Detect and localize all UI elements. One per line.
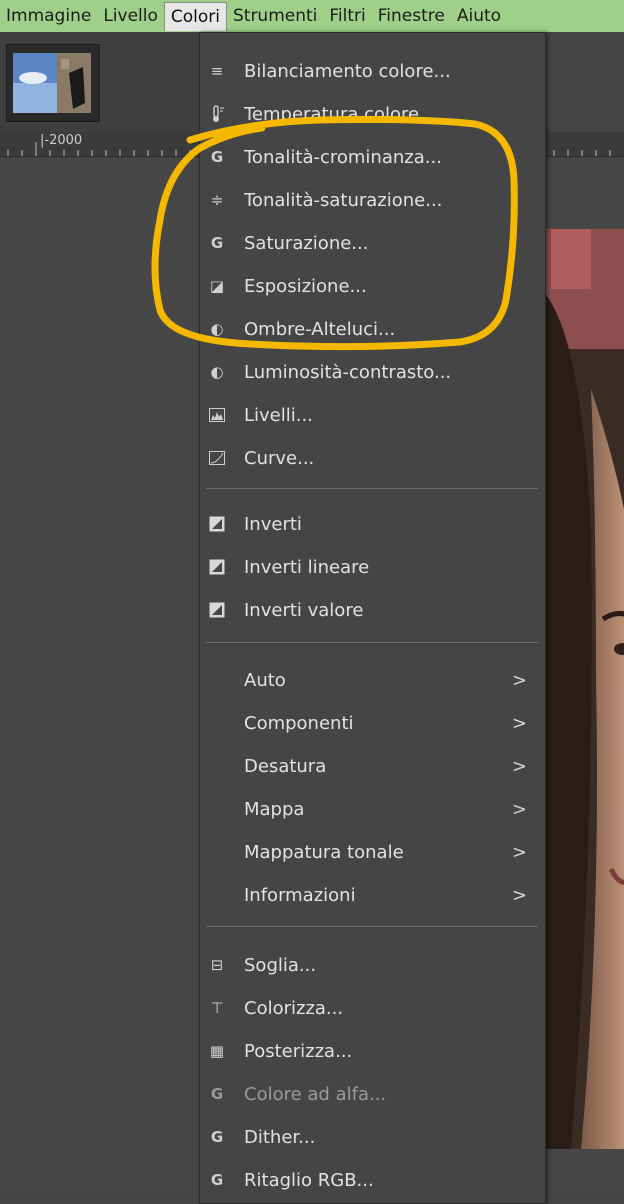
menu-item-label: Tonalità-crominanza... [244, 146, 442, 168]
menu-item-rgb-clip[interactable]: G Ritaglio RGB... [200, 1160, 545, 1200]
menu-item-label: Inverti lineare [244, 556, 370, 578]
menu-item-color-balance[interactable]: ≡ Bilanciamento colore... [200, 51, 545, 91]
menu-item-label: Informazioni [244, 884, 356, 906]
gegl-icon: G [210, 1085, 224, 1103]
menu-separator [206, 926, 538, 927]
invert-icon [208, 558, 226, 576]
menubar: Immagine Livello Colori Strumenti Filtri… [0, 0, 624, 32]
menu-item-label: Inverti [244, 513, 302, 535]
colors-menu: ≡ Bilanciamento colore... Temperatura co… [199, 32, 546, 1204]
menu-item-threshold[interactable]: ⊟ Soglia... [200, 945, 545, 985]
menu-item-label: Componenti [244, 712, 354, 734]
ruler-label: |-2000 [40, 133, 83, 148]
hue-saturation-icon: ≑ [210, 191, 224, 209]
menu-item-components[interactable]: Componenti > [200, 703, 545, 743]
menu-item-label: Mappatura tonale [244, 841, 404, 863]
portrait-photo [540, 229, 624, 1149]
levels-icon [208, 406, 226, 424]
colorize-icon: ⊤ [210, 999, 224, 1017]
invert-icon [208, 515, 226, 533]
posterize-icon: ▦ [209, 1042, 225, 1060]
menu-item-label: Bilanciamento colore... [244, 60, 451, 82]
menu-item-map[interactable]: Mappa > [200, 789, 545, 829]
menu-item-info[interactable]: Informazioni > [200, 875, 545, 915]
chevron-right-icon: > [511, 841, 527, 863]
gegl-icon: G [210, 148, 224, 166]
menu-item-curves[interactable]: Curve... [200, 438, 545, 478]
menu-finestre[interactable]: Finestre [372, 0, 451, 32]
menu-item-shadows-highlights[interactable]: ◐ Ombre-Alteluci... [200, 309, 545, 349]
menu-immagine[interactable]: Immagine [0, 0, 97, 32]
menu-item-label: Livelli... [244, 404, 313, 426]
menu-item-saturation[interactable]: G Saturazione... [200, 223, 545, 263]
image-thumbnail [13, 53, 91, 113]
menu-colori[interactable]: Colori [163, 1, 227, 31]
menu-item-label: Dither... [244, 1126, 316, 1148]
chevron-right-icon: > [511, 712, 527, 734]
menu-strumenti[interactable]: Strumenti [227, 0, 323, 32]
chevron-right-icon: > [511, 755, 527, 777]
menu-item-label: Desatura [244, 755, 327, 777]
menu-item-colorize[interactable]: ⊤ Colorizza... [200, 988, 545, 1028]
gegl-icon: G [210, 1128, 224, 1146]
menu-item-tone-mapping[interactable]: Mappatura tonale > [200, 832, 545, 872]
menu-item-brightness-contrast[interactable]: ◐ Luminosità-contrasto... [200, 352, 545, 392]
image-tab[interactable] [6, 44, 100, 122]
menu-item-label: Esposizione... [244, 275, 367, 297]
menu-livello[interactable]: Livello [97, 0, 164, 32]
menu-item-label: Colore ad alfa... [244, 1083, 387, 1105]
menu-item-dither[interactable]: G Dither... [200, 1117, 545, 1157]
menu-item-label: Ombre-Alteluci... [244, 318, 396, 340]
menu-item-label: Auto [244, 669, 286, 691]
menu-item-color-temperature[interactable]: Temperatura colore... [200, 94, 545, 134]
menu-item-invert-linear[interactable]: Inverti lineare [200, 547, 545, 587]
menu-item-posterize[interactable]: ▦ Posterizza... [200, 1031, 545, 1071]
chevron-right-icon: > [511, 669, 527, 691]
thermometer-icon [208, 105, 226, 123]
menu-item-label: Ritaglio RGB... [244, 1169, 374, 1191]
invert-icon [208, 601, 226, 619]
gegl-icon: G [210, 234, 224, 252]
curves-icon [208, 449, 226, 467]
menu-item-color-to-alpha: G Colore ad alfa... [200, 1074, 545, 1114]
exposure-icon: ◪ [209, 277, 225, 295]
menu-item-exposure[interactable]: ◪ Esposizione... [200, 266, 545, 306]
chevron-right-icon: > [511, 884, 527, 906]
menu-item-label: Saturazione... [244, 232, 369, 254]
menu-item-levels[interactable]: Livelli... [200, 395, 545, 435]
menu-separator [206, 488, 538, 489]
shadows-highlights-icon: ◐ [210, 320, 224, 338]
menu-item-desaturate[interactable]: Desatura > [200, 746, 545, 786]
brightness-contrast-icon: ◐ [210, 363, 224, 381]
image-tab-strip [0, 32, 200, 132]
menu-item-hue-chroma[interactable]: G Tonalità-crominanza... [200, 137, 545, 177]
menu-separator [206, 642, 538, 643]
menu-aiuto[interactable]: Aiuto [451, 0, 507, 32]
menu-item-label: Posterizza... [244, 1040, 353, 1062]
chevron-right-icon: > [511, 798, 527, 820]
threshold-icon: ⊟ [210, 956, 224, 974]
menu-item-invert[interactable]: Inverti [200, 504, 545, 544]
menu-item-invert-value[interactable]: Inverti valore [200, 590, 545, 630]
menu-item-label: Soglia... [244, 954, 317, 976]
menu-item-auto[interactable]: Auto > [200, 660, 545, 700]
color-balance-icon: ≡ [210, 62, 224, 80]
gegl-icon: G [210, 1171, 224, 1189]
menu-item-hue-saturation[interactable]: ≑ Tonalità-saturazione... [200, 180, 545, 220]
menu-item-label: Curve... [244, 447, 315, 469]
menu-item-label: Inverti valore [244, 599, 364, 621]
menu-item-label: Mappa [244, 798, 305, 820]
menu-item-label: Colorizza... [244, 997, 344, 1019]
menu-filtri[interactable]: Filtri [323, 0, 371, 32]
menu-item-label: Luminosità-contrasto... [244, 361, 452, 383]
menu-item-label: Temperatura colore... [244, 103, 437, 125]
menu-item-label: Tonalità-saturazione... [244, 189, 443, 211]
